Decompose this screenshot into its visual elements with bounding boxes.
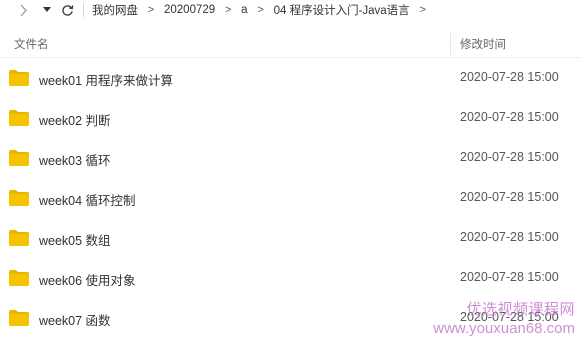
- breadcrumb-item-20200729[interactable]: 20200729: [164, 4, 215, 16]
- nav-divider: [83, 3, 84, 17]
- list-item[interactable]: week05 数组 2020-07-28 15:00: [0, 218, 581, 258]
- caret-down-icon[interactable]: [40, 0, 54, 20]
- breadcrumb-separator: >: [147, 4, 155, 16]
- list-item[interactable]: week07 函数 2020-07-28 15:00: [0, 298, 581, 338]
- file-name[interactable]: week01 用程序来做计算: [39, 70, 173, 89]
- refresh-icon[interactable]: [59, 0, 75, 20]
- folder-icon: [9, 150, 29, 166]
- folder-icon: [9, 270, 29, 286]
- file-name[interactable]: week06 使用对象: [39, 270, 136, 289]
- list-item[interactable]: week01 用程序来做计算 2020-07-28 15:00: [0, 58, 581, 98]
- column-divider[interactable]: [450, 33, 451, 55]
- file-modified-date: 2020-07-28 15:00: [460, 70, 559, 84]
- list-item[interactable]: week04 循环控制 2020-07-28 15:00: [0, 178, 581, 218]
- file-modified-date: 2020-07-28 15:00: [460, 190, 559, 204]
- folder-icon: [9, 230, 29, 246]
- breadcrumb-separator[interactable]: >: [418, 4, 428, 16]
- column-headers: 文件名 修改时间: [0, 33, 581, 55]
- column-header-name[interactable]: 文件名: [14, 36, 49, 52]
- file-name[interactable]: week03 循环: [39, 150, 111, 169]
- file-name[interactable]: week04 循环控制: [39, 190, 136, 209]
- list-item[interactable]: week02 判断 2020-07-28 15:00: [0, 98, 581, 138]
- list-item[interactable]: week06 使用对象 2020-07-28 15:00: [0, 258, 581, 298]
- breadcrumb-item-a[interactable]: a: [241, 4, 247, 16]
- folder-icon: [9, 190, 29, 206]
- column-header-modified[interactable]: 修改时间: [460, 36, 506, 52]
- file-modified-date: 2020-07-28 15:00: [460, 150, 559, 164]
- folder-icon: [9, 310, 29, 326]
- file-browser: 我的网盘 > 20200729 > a > 04 程序设计入门-Java语言 >…: [0, 0, 581, 341]
- navigation-bar: 我的网盘 > 20200729 > a > 04 程序设计入门-Java语言 >: [0, 0, 581, 20]
- list-item[interactable]: week03 循环 2020-07-28 15:00: [0, 138, 581, 178]
- breadcrumb-separator: >: [257, 4, 264, 16]
- file-modified-date: 2020-07-28 15:00: [460, 270, 559, 284]
- chevron-right-icon[interactable]: [16, 0, 30, 20]
- file-name[interactable]: week02 判断: [39, 110, 111, 129]
- breadcrumb-item-current[interactable]: 04 程序设计入门-Java语言: [274, 2, 410, 18]
- file-modified-date: 2020-07-28 15:00: [460, 310, 559, 324]
- file-modified-date: 2020-07-28 15:00: [460, 230, 559, 244]
- breadcrumb: 我的网盘 > 20200729 > a > 04 程序设计入门-Java语言 >: [92, 2, 436, 18]
- file-modified-date: 2020-07-28 15:00: [460, 110, 559, 124]
- file-name[interactable]: week07 函数: [39, 310, 111, 329]
- folder-icon: [9, 110, 29, 126]
- folder-icon: [9, 70, 29, 86]
- file-name[interactable]: week05 数组: [39, 230, 111, 249]
- breadcrumb-item-my-drive[interactable]: 我的网盘: [92, 2, 138, 18]
- breadcrumb-separator: >: [224, 4, 232, 16]
